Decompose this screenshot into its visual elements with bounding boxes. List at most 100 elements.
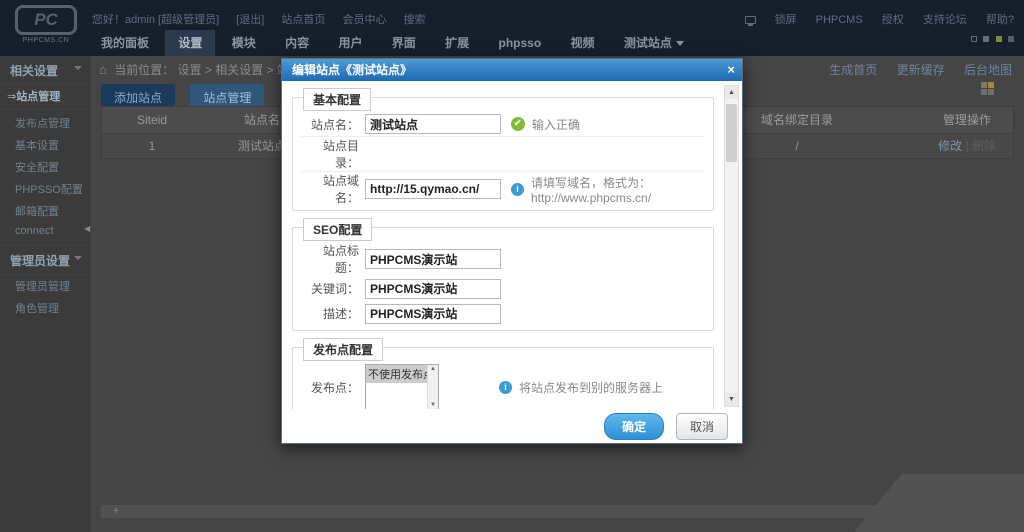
delete-link[interactable]: 删除 — [972, 139, 996, 153]
seo-title-label: 站点标题： — [301, 242, 365, 276]
col-bind-dir: 域名绑定目录 — [752, 107, 842, 133]
scroll-down-icon[interactable]: ▼ — [725, 393, 738, 406]
search-link[interactable]: 搜索 — [404, 14, 426, 26]
chevron-down-icon — [74, 256, 82, 260]
forum-link[interactable]: 支持论坛 — [923, 14, 967, 26]
legend-basic: 基本配置 — [303, 88, 371, 111]
scrollbar-thumb[interactable] — [726, 104, 737, 162]
theme-square-icon[interactable] — [1008, 36, 1014, 42]
seo-desc-label: 描述： — [301, 305, 365, 322]
nav-tab-modules[interactable]: 模块 — [219, 30, 269, 56]
theme-square-icon[interactable] — [971, 36, 977, 42]
site-name-input[interactable] — [365, 114, 501, 134]
home-icon: ⌂ — [99, 62, 107, 77]
greeting-text: 您好！admin [超级管理员] — [92, 14, 219, 26]
nav-tab-panel[interactable]: 我的面板 — [88, 30, 162, 56]
publish-point-hint: 将站点发布到别的服务器上 — [519, 379, 663, 396]
col-siteid: Siteid — [112, 107, 192, 133]
nav-tab-users[interactable]: 用户 — [325, 30, 375, 56]
backend-map-link[interactable]: 后台地图 — [964, 63, 1012, 77]
sidebar-item-publish-point[interactable]: 发布点管理 — [0, 112, 89, 134]
sidebar-item-phpsso[interactable]: PHPSSO配置 — [0, 178, 89, 200]
scroll-down-icon[interactable]: ▼ — [428, 402, 438, 408]
dialog-title: 编辑站点《测试站点》 — [292, 63, 412, 77]
seo-desc-input[interactable] — [365, 304, 501, 324]
sidebar-collapse-handle[interactable]: ◀ — [84, 224, 90, 233]
nav-tab-settings[interactable]: 设置 — [165, 30, 215, 56]
edit-site-dialog: 编辑站点《测试站点》 × 基本配置 站点名： ✔ 输入正确 站点目录： 站点域名… — [281, 58, 743, 444]
dialog-title-bar[interactable]: 编辑站点《测试站点》 × — [282, 59, 742, 81]
content-top-links: 生成首页 更新缓存 后台地图 — [813, 61, 1012, 78]
chevron-down-icon — [676, 41, 684, 46]
help-link[interactable]: 帮助? — [986, 14, 1014, 26]
form-row-seo-desc: 描述： — [301, 301, 705, 326]
nav-tab-extend[interactable]: 扩展 — [432, 30, 482, 56]
sidebar-section-admin-settings[interactable]: 管理员设置 — [0, 245, 89, 275]
form-row-site-name: 站点名： ✔ 输入正确 — [301, 112, 705, 137]
footer-plus: + — [113, 506, 119, 517]
cancel-button[interactable]: 取消 — [676, 413, 728, 440]
col-manage-ops: 管理操作 — [922, 107, 1012, 133]
site-name-hint: 输入正确 — [532, 116, 580, 133]
check-icon: ✔ — [511, 117, 525, 131]
top-header: PC PHPCMS.CN 您好！admin [超级管理员] [退出] 站点首页 … — [0, 0, 1024, 56]
phpcms-link[interactable]: PHPCMS — [816, 14, 863, 26]
scroll-up-icon[interactable]: ▲ — [725, 86, 738, 99]
cell-siteid: 1 — [112, 134, 192, 159]
sidebar-item-basic-settings[interactable]: 基本设置 — [0, 134, 89, 156]
seo-title-input[interactable] — [365, 249, 501, 269]
form-row-site-domain: 站点域名： i 请填写域名，格式为：http://www.phpcms.cn/ — [301, 172, 705, 206]
legend-publish: 发布点配置 — [303, 338, 383, 361]
listbox-scrollbar[interactable]: ▲ ▼ — [427, 365, 438, 409]
nav-tab-phpsso[interactable]: phpsso — [486, 30, 555, 56]
monitor-icon — [745, 16, 756, 24]
nav-tab-video[interactable]: 视频 — [558, 30, 608, 56]
site-domain-input[interactable] — [365, 179, 501, 199]
nav-tab-interface[interactable]: 界面 — [379, 30, 429, 56]
sidebar-item-site-manage[interactable]: ⇒站点管理 — [0, 85, 89, 110]
theme-square-icon[interactable] — [983, 36, 989, 42]
license-link[interactable]: 授权 — [882, 14, 904, 26]
sidebar-item-security[interactable]: 安全配置 — [0, 156, 89, 178]
lock-screen-link[interactable]: 锁屏 — [745, 14, 797, 26]
close-icon[interactable]: × — [727, 59, 735, 81]
generate-home-link[interactable]: 生成首页 — [829, 63, 877, 77]
seo-keywords-input[interactable] — [365, 279, 501, 299]
cell-bind-dir: / — [752, 134, 842, 159]
update-cache-link[interactable]: 更新缓存 — [897, 63, 945, 77]
nav-tab-test-site[interactable]: 测试站点 — [611, 30, 697, 56]
phpcms-logo: PC PHPCMS.CN — [10, 5, 82, 51]
ok-button[interactable]: 确定 — [604, 413, 664, 440]
legend-seo: SEO配置 — [303, 218, 372, 241]
chevron-down-icon — [74, 66, 82, 70]
sidebar-item-mail[interactable]: 邮箱配置 — [0, 200, 89, 222]
edit-link[interactable]: 修改 — [938, 139, 962, 153]
theme-color-squares[interactable] — [968, 31, 1014, 45]
fieldset-seo: SEO配置 站点标题： 关键词： 描述： — [292, 227, 714, 331]
site-domain-hint: 请填写域名，格式为：http://www.phpcms.cn/ — [531, 174, 705, 205]
site-dir-label: 站点目录： — [301, 137, 365, 171]
publish-point-listbox[interactable]: 不使用发布点 ▲ ▼ — [365, 364, 439, 410]
sidebar-section-related-settings[interactable]: 相关设置 — [0, 56, 89, 85]
dialog-scrollbar[interactable]: ▲ ▼ — [724, 85, 739, 407]
sidebar-item-connect[interactable]: connect — [0, 222, 89, 240]
theme-square-icon[interactable] — [996, 36, 1002, 42]
main-nav: 我的面板 设置 模块 内容 用户 界面 扩展 phpsso 视频 测试站点 — [88, 30, 697, 56]
seo-keywords-label: 关键词： — [301, 280, 365, 297]
layout-grid-icon[interactable] — [981, 82, 996, 97]
form-row-site-dir: 站点目录： — [301, 137, 705, 172]
form-row-seo-title: 站点标题： — [301, 242, 705, 276]
nav-tab-content[interactable]: 内容 — [272, 30, 322, 56]
info-icon: i — [511, 183, 524, 196]
settings-sidebar: 相关设置 ⇒站点管理 发布点管理 基本设置 安全配置 PHPSSO配置 邮箱配置… — [0, 56, 90, 532]
dialog-footer: 确定 取消 — [282, 409, 742, 443]
logout-link[interactable]: [退出] — [236, 14, 264, 26]
sidebar-item-role-manage[interactable]: 角色管理 — [0, 297, 89, 319]
site-home-link[interactable]: 站点首页 — [281, 14, 325, 26]
cell-manage-ops: 修改 | 删除 — [922, 134, 1012, 159]
member-center-link[interactable]: 会员中心 — [342, 14, 386, 26]
fieldset-basic: 基本配置 站点名： ✔ 输入正确 站点目录： 站点域名： i 请填写域名，格式为… — [292, 97, 714, 211]
scroll-up-icon[interactable]: ▲ — [428, 366, 438, 372]
sidebar-item-admin-manage[interactable]: 管理员管理 — [0, 275, 89, 297]
dialog-scroll-area: 基本配置 站点名： ✔ 输入正确 站点目录： 站点域名： i 请填写域名，格式为… — [282, 81, 742, 411]
